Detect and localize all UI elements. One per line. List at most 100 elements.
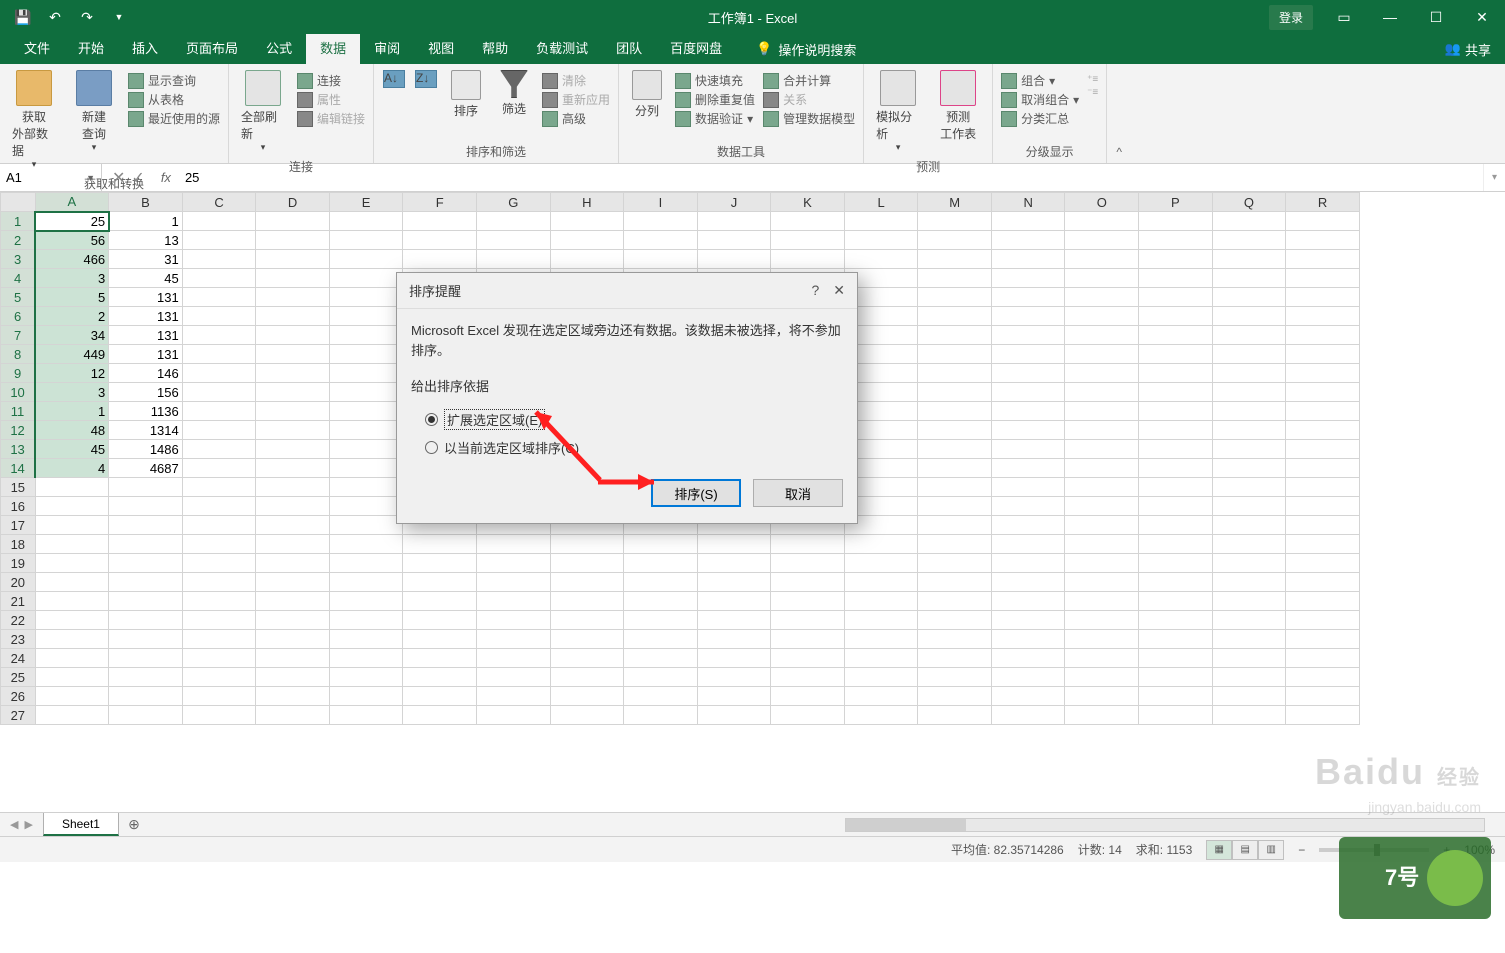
cell[interactable] [1212, 288, 1286, 307]
cell[interactable] [550, 668, 624, 687]
cell[interactable] [1286, 649, 1360, 668]
cell[interactable] [918, 573, 992, 592]
connections-button[interactable]: 连接 [297, 72, 365, 89]
cell[interactable] [697, 554, 771, 573]
cell[interactable] [403, 554, 477, 573]
cell[interactable]: 131 [109, 326, 183, 345]
cell[interactable] [918, 383, 992, 402]
cell[interactable] [1212, 421, 1286, 440]
cell[interactable] [1212, 516, 1286, 535]
cell[interactable] [182, 440, 256, 459]
cell[interactable] [329, 212, 403, 231]
sheet-nav-next-icon[interactable]: ▶ [24, 818, 32, 831]
cell[interactable] [844, 630, 918, 649]
cell[interactable] [550, 649, 624, 668]
cell[interactable] [1212, 668, 1286, 687]
cell[interactable] [329, 269, 403, 288]
tab-loadtest[interactable]: 负载测试 [522, 34, 602, 64]
cell[interactable] [182, 668, 256, 687]
column-header[interactable]: O [1065, 193, 1139, 212]
cell[interactable] [991, 573, 1065, 592]
dialog-close-icon[interactable]: ✕ [833, 282, 845, 299]
view-normal-icon[interactable]: ▦ [1206, 840, 1232, 860]
cell[interactable] [1286, 269, 1360, 288]
cell[interactable] [35, 516, 109, 535]
maximize-icon[interactable]: ☐ [1413, 0, 1459, 34]
cell[interactable] [1139, 535, 1213, 554]
cell[interactable]: 2 [35, 307, 109, 326]
row-header[interactable]: 18 [1, 535, 36, 554]
cell[interactable] [182, 535, 256, 554]
cell[interactable] [329, 288, 403, 307]
cell[interactable] [182, 592, 256, 611]
cell[interactable] [1065, 687, 1139, 706]
cell[interactable] [991, 630, 1065, 649]
cell[interactable] [329, 497, 403, 516]
cell[interactable] [1212, 554, 1286, 573]
cell[interactable] [1212, 706, 1286, 725]
show-queries-button[interactable]: 显示查询 [128, 72, 220, 89]
cell[interactable]: 56 [35, 231, 109, 250]
cell[interactable] [1065, 611, 1139, 630]
cell[interactable] [918, 307, 992, 326]
row-header[interactable]: 5 [1, 288, 36, 307]
tab-insert[interactable]: 插入 [118, 34, 172, 64]
cell[interactable] [624, 231, 698, 250]
cell[interactable]: 13 [109, 231, 183, 250]
cell[interactable] [182, 478, 256, 497]
row-header[interactable]: 27 [1, 706, 36, 725]
cell[interactable] [991, 250, 1065, 269]
redo-icon[interactable]: ↷ [72, 3, 102, 31]
column-header[interactable]: L [844, 193, 918, 212]
cell[interactable] [918, 706, 992, 725]
cell[interactable]: 48 [35, 421, 109, 440]
cell[interactable] [1212, 497, 1286, 516]
cell[interactable] [1286, 364, 1360, 383]
column-header[interactable]: E [329, 193, 403, 212]
cell[interactable] [918, 630, 992, 649]
cell[interactable] [182, 269, 256, 288]
cell[interactable] [624, 573, 698, 592]
cell[interactable] [991, 288, 1065, 307]
cell[interactable] [991, 478, 1065, 497]
new-sheet-button[interactable]: ⊕ [119, 816, 149, 833]
cell[interactable] [182, 516, 256, 535]
cell[interactable] [109, 573, 183, 592]
cell[interactable] [329, 535, 403, 554]
cell[interactable] [550, 592, 624, 611]
cell[interactable] [991, 345, 1065, 364]
cell[interactable] [1065, 288, 1139, 307]
cell[interactable] [109, 516, 183, 535]
cell[interactable] [1286, 611, 1360, 630]
cell[interactable] [1139, 554, 1213, 573]
column-header[interactable]: M [918, 193, 992, 212]
cell[interactable] [1286, 345, 1360, 364]
cell[interactable] [1065, 459, 1139, 478]
cell[interactable] [476, 535, 550, 554]
cell[interactable] [991, 269, 1065, 288]
cell[interactable] [771, 687, 845, 706]
cell[interactable] [918, 231, 992, 250]
cell[interactable] [1139, 402, 1213, 421]
cell[interactable]: 5 [35, 288, 109, 307]
column-header[interactable]: C [182, 193, 256, 212]
column-header[interactable]: B [109, 193, 183, 212]
data-validation-button[interactable]: 数据验证 ▾ [675, 110, 755, 127]
cell[interactable] [329, 668, 403, 687]
cell[interactable] [1286, 421, 1360, 440]
tab-data[interactable]: 数据 [306, 34, 360, 64]
cell[interactable] [476, 649, 550, 668]
cell[interactable] [1065, 269, 1139, 288]
cell[interactable] [256, 687, 330, 706]
cell[interactable] [697, 231, 771, 250]
column-header[interactable]: P [1139, 193, 1213, 212]
cell[interactable] [1139, 421, 1213, 440]
cell[interactable] [771, 535, 845, 554]
cell[interactable] [403, 535, 477, 554]
cell[interactable]: 156 [109, 383, 183, 402]
cell[interactable] [476, 231, 550, 250]
cell[interactable] [1212, 630, 1286, 649]
cell[interactable] [1212, 459, 1286, 478]
login-button[interactable]: 登录 [1269, 5, 1313, 30]
cell[interactable] [771, 668, 845, 687]
